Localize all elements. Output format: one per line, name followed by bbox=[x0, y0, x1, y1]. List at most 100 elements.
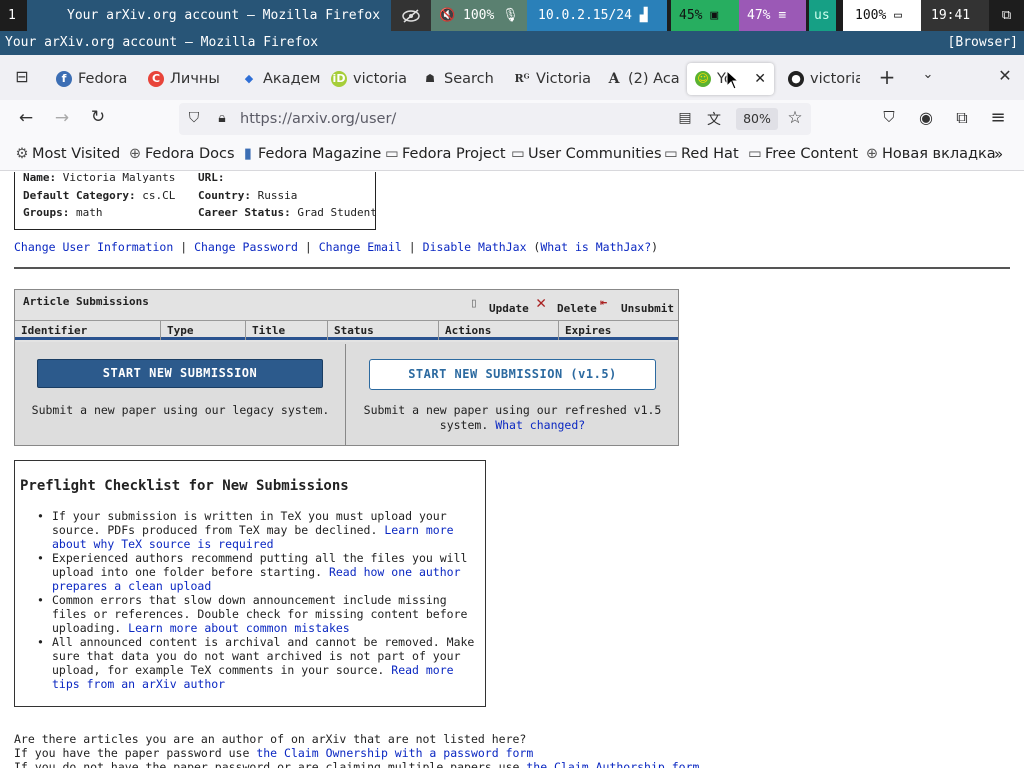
new-submission-pane: START NEW SUBMISSION (v1.5) Submit a new… bbox=[347, 344, 678, 445]
unsubmit-icon[interactable]: ⇤ bbox=[600, 295, 607, 309]
zoom-level[interactable]: 80% bbox=[736, 108, 778, 130]
what-is-mathjax-link[interactable]: What is MathJax? bbox=[540, 240, 651, 254]
windows-icon[interactable]: ⧉ bbox=[989, 0, 1024, 31]
user-links: Change User Information | Change Passwor… bbox=[14, 240, 659, 254]
reload-icon[interactable]: ↻ bbox=[87, 107, 109, 127]
workspace-indicator[interactable]: 1 bbox=[0, 0, 27, 31]
forward-icon[interactable]: → bbox=[51, 108, 73, 128]
academia-icon: A bbox=[608, 71, 620, 87]
tab-list-chevron-icon[interactable]: ⌄ bbox=[918, 67, 938, 82]
translate-icon[interactable]: 文 bbox=[704, 109, 724, 129]
firefox-view-icon[interactable]: ⊟ bbox=[10, 67, 34, 86]
unsubmit-button[interactable]: Unsubmit bbox=[621, 302, 674, 315]
bookmark-fedora-magazine[interactable]: ▮ Fedora Magazine bbox=[240, 138, 381, 171]
claim-authorship-line: If you do not have the paper password or… bbox=[14, 760, 699, 768]
change-email-link[interactable]: Change Email bbox=[319, 240, 402, 254]
article-submissions-panel: Article Submissions ▯ Update ✕ Delete ⇤ … bbox=[14, 289, 679, 446]
column-expires[interactable]: Expires bbox=[559, 321, 678, 340]
volume-indicator[interactable]: 🔇 100% 🎙 bbox=[431, 0, 527, 31]
reader-view-icon[interactable]: ▤ bbox=[676, 110, 694, 126]
close-tab-icon[interactable]: ✕ bbox=[754, 63, 766, 95]
mouse-cursor-icon bbox=[726, 70, 740, 90]
bookmark-label: User Communities bbox=[528, 146, 662, 162]
tab-label: Victoria bbox=[536, 71, 592, 87]
account-icon[interactable]: ◉ bbox=[915, 108, 937, 127]
change-password-link[interactable]: Change Password bbox=[194, 240, 298, 254]
claim-question: Are there articles you are an author of … bbox=[14, 732, 527, 746]
column-status[interactable]: Status bbox=[328, 321, 439, 340]
tab-github[interactable]: ● victoria bbox=[780, 63, 860, 95]
bookmark-most-visited[interactable]: ⚙ Most Visited bbox=[14, 138, 121, 171]
disable-mathjax-link[interactable]: Disable MathJax bbox=[423, 240, 527, 254]
cpu-indicator: 45% ▣ bbox=[671, 0, 739, 31]
lock-icon[interactable]: 🔒︎ bbox=[214, 110, 230, 126]
bookmark-star-icon[interactable]: ☆ bbox=[785, 108, 805, 128]
folder-icon: ▭ bbox=[748, 146, 762, 162]
claim-ownership-link[interactable]: the Claim Ownership with a password form bbox=[256, 746, 533, 760]
tab-fedora[interactable]: f Fedora bbox=[48, 63, 134, 95]
list-item: All announced content is archival and ca… bbox=[37, 635, 477, 691]
column-title[interactable]: Title bbox=[246, 321, 328, 340]
keyboard-layout[interactable]: us bbox=[809, 0, 836, 31]
update-icon[interactable]: ▯ bbox=[470, 296, 478, 311]
separator: | bbox=[180, 240, 188, 254]
bookmark-fedora-project[interactable]: ▭ Fedora Project bbox=[384, 138, 505, 171]
bookmark-red-hat[interactable]: ▭ Red Hat bbox=[663, 138, 739, 171]
globe-icon: ⊕ bbox=[128, 146, 142, 162]
ip-address: 10.0.2.15/24 bbox=[538, 8, 632, 23]
pocket-icon[interactable]: ⛉ bbox=[879, 108, 899, 126]
tab-strip: ⊟ f Fedora C Личны ◆ Академ iD victoria … bbox=[0, 55, 1024, 100]
submissions-table-header: Identifier Type Title Status Actions Exp… bbox=[15, 320, 678, 340]
url-text[interactable]: https://arxiv.org/user/ bbox=[240, 103, 396, 135]
what-changed-link[interactable]: What changed? bbox=[495, 418, 585, 432]
bookmark-new-tab[interactable]: ⊕ Новая вкладка bbox=[864, 138, 996, 171]
battery-indicator: 100% ▭ bbox=[843, 0, 921, 31]
bookmark-user-communities[interactable]: ▭ User Communities bbox=[510, 138, 662, 171]
new-desc-text: Submit a new paper using our refreshed v… bbox=[363, 403, 662, 417]
new-tab-icon[interactable]: + bbox=[876, 65, 898, 89]
delete-x-icon[interactable]: ✕ bbox=[536, 293, 546, 313]
column-type[interactable]: Type bbox=[161, 321, 246, 340]
bar-window-title: Your arXiv.org account — Mozilla Firefox bbox=[27, 0, 391, 31]
column-identifier[interactable]: Identifier bbox=[15, 321, 161, 340]
diamond-icon: ◆ bbox=[244, 72, 254, 85]
bookmarks-overflow-chevron-icon[interactable]: » bbox=[994, 138, 1003, 171]
field-label: Country: bbox=[198, 189, 251, 202]
memory-indicator: 47% ≡ bbox=[739, 0, 806, 31]
list-item: Experienced authors recommend putting al… bbox=[37, 551, 477, 593]
mem-value: 47% bbox=[747, 8, 771, 23]
update-button[interactable]: Update bbox=[489, 302, 529, 315]
hamburger-menu-icon[interactable]: ≡ bbox=[987, 107, 1009, 128]
shield-icon[interactable]: ⛉ bbox=[185, 110, 203, 126]
claim-text: If you have the paper password use bbox=[14, 746, 257, 760]
mute-icon: 🔇 bbox=[439, 8, 456, 23]
folder-icon: ▭ bbox=[664, 146, 678, 162]
window-titlebar[interactable]: Your arXiv.org account — Mozilla Firefox… bbox=[0, 31, 1024, 55]
claim-authorship-link[interactable]: the Claim Authorship form bbox=[526, 760, 699, 768]
tab-orcid[interactable]: iD victoria bbox=[323, 63, 408, 95]
list-item: Common errors that slow down announcemen… bbox=[37, 593, 477, 635]
bookmark-fedora-docs[interactable]: ⊕ Fedora Docs bbox=[127, 138, 235, 171]
tab-academy[interactable]: ◆ Академ bbox=[233, 63, 321, 95]
url-bar[interactable]: ⛉ 🔒︎ https://arxiv.org/user/ ▤ 文 80% ☆ bbox=[179, 103, 811, 135]
tab-personal[interactable]: C Личны bbox=[140, 63, 227, 95]
gear-icon: ⚙ bbox=[15, 146, 29, 162]
change-user-info-link[interactable]: Change User Information bbox=[14, 240, 173, 254]
tab-academia[interactable]: A (2) Aca bbox=[598, 63, 680, 95]
window-mark: [Browser] bbox=[947, 35, 1018, 50]
back-icon[interactable]: ← bbox=[15, 108, 37, 128]
tab-label: victoria bbox=[353, 71, 408, 87]
delete-button[interactable]: Delete bbox=[557, 302, 597, 315]
bookmark-free-content[interactable]: ▭ Free Content bbox=[747, 138, 858, 171]
close-window-icon[interactable]: ✕ bbox=[995, 66, 1015, 85]
tab-search[interactable]: ☗ Search bbox=[414, 63, 502, 95]
user-career-field: Career Status: Grad Student bbox=[198, 206, 377, 219]
start-new-submission-v15-button[interactable]: START NEW SUBMISSION (v1.5) bbox=[369, 359, 656, 390]
new-description: Submit a new paper using our refreshed v… bbox=[347, 403, 678, 433]
column-actions[interactable]: Actions bbox=[439, 321, 559, 340]
start-new-submission-button[interactable]: START NEW SUBMISSION bbox=[37, 359, 323, 388]
common-mistakes-link[interactable]: Learn more about common mistakes bbox=[128, 621, 350, 635]
extensions-icon[interactable]: ⧉ bbox=[951, 108, 973, 128]
tab-researchgate[interactable]: Rᴳ Victoria bbox=[506, 63, 593, 95]
submissions-title: Article Submissions bbox=[23, 295, 149, 308]
